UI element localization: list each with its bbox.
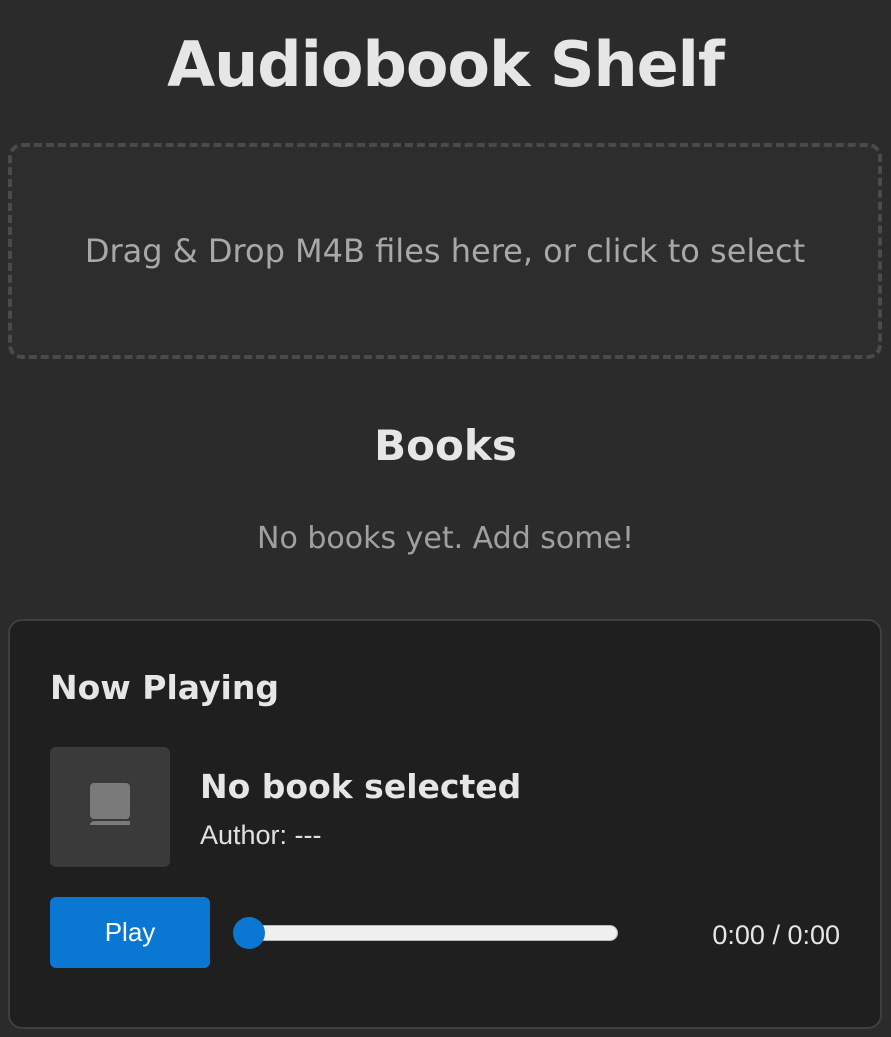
now-playing-heading: Now Playing [50, 668, 279, 707]
book-cover-placeholder-icon [90, 783, 130, 825]
book-author: Author: --- [200, 820, 322, 850]
page-title: Audiobook Shelf [167, 28, 725, 101]
books-heading: Books [374, 421, 517, 470]
seek-slider-thumb[interactable] [233, 917, 265, 949]
books-empty-message: No books yet. Add some! [257, 521, 634, 556]
now-playing-panel: Now Playing No book selected Author: ---… [8, 619, 882, 1029]
play-button[interactable]: Play [50, 897, 210, 968]
file-drop-zone[interactable]: Drag & Drop M4B files here, or click to … [8, 143, 882, 359]
seek-slider[interactable] [233, 917, 618, 949]
time-display: 0:00 / 0:00 [712, 920, 840, 950]
book-cover [50, 747, 170, 867]
drop-zone-label: Drag & Drop M4B files here, or click to … [84, 232, 806, 270]
book-title: No book selected [200, 767, 522, 806]
